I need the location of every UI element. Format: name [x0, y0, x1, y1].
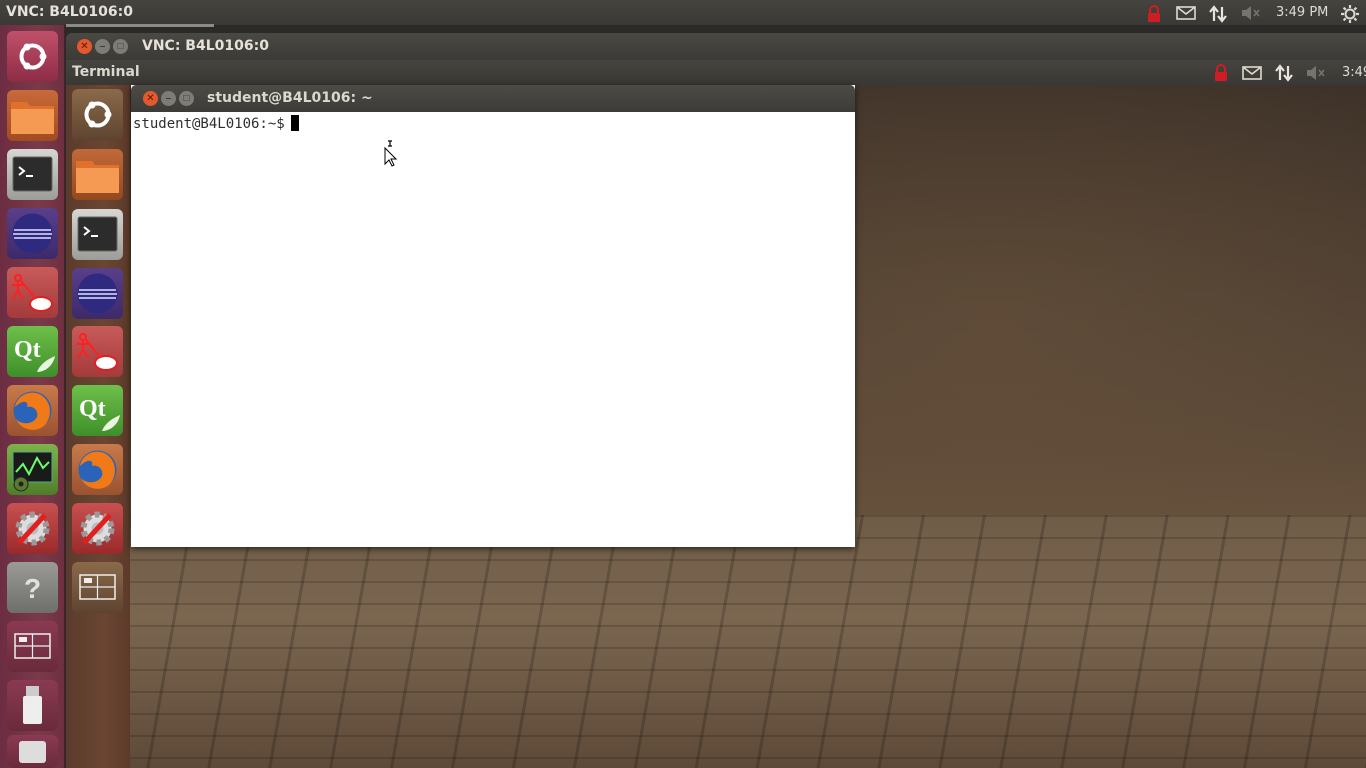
settings-tools-icon [80, 511, 115, 546]
svg-text:Qt: Qt [14, 337, 41, 363]
lock-icon[interactable] [1212, 64, 1230, 87]
terminal-window[interactable]: ✕ – □ student@B4L0106: ~ student@B4L0106… [131, 85, 855, 547]
system-monitor-button[interactable] [7, 444, 58, 495]
workspace-icon [79, 574, 116, 600]
terminal-icon [12, 156, 53, 192]
workspace-icon [14, 633, 51, 659]
firefox-icon [78, 450, 117, 489]
minimize-icon[interactable]: – [161, 91, 176, 106]
usb-drive-button[interactable] [7, 680, 58, 731]
progress-strip [66, 24, 214, 27]
shell-prompt: student@B4L0106:~$ [133, 116, 285, 132]
vnc-window-title: VNC: B4L0106:0 [142, 38, 269, 54]
qt-icon: Qt [14, 337, 55, 372]
terminal-titlebar[interactable]: ✕ – □ student@B4L0106: ~ [131, 85, 855, 112]
terminal-icon [77, 216, 118, 252]
remote-umbrello-button[interactable] [72, 326, 123, 377]
remote-dash-home-button[interactable] [72, 89, 123, 140]
text-cursor [290, 115, 299, 131]
remote-workspace-switcher-button[interactable] [72, 562, 123, 613]
remote-top-panel: Terminal 3:49 [66, 60, 1366, 85]
vnc-window-titlebar[interactable]: ✕ – □ VNC: B4L0106:0 [66, 33, 1366, 60]
lock-icon[interactable] [1145, 4, 1163, 22]
clock[interactable]: 3:49 PM [1276, 5, 1328, 20]
tray-sound [1241, 0, 1260, 25]
remote-system-settings-button[interactable] [72, 503, 123, 554]
mail-icon[interactable] [1176, 5, 1196, 21]
tray-mail [1176, 0, 1196, 25]
remote-launcher: Qt [66, 85, 130, 768]
qt-creator-button[interactable]: Qt [7, 326, 58, 377]
remote-files-button[interactable] [72, 149, 123, 200]
volume-muted-icon[interactable] [1241, 5, 1260, 21]
indicator-tray [1145, 0, 1163, 25]
umbrello-icon [77, 333, 118, 371]
network-transfer-icon[interactable] [1209, 4, 1227, 23]
wood-floor [130, 515, 1366, 768]
files-button[interactable] [7, 90, 58, 141]
folder-icon [76, 161, 119, 193]
firefox-icon [13, 391, 52, 430]
qt-icon: Qt [79, 396, 120, 431]
terminal-content[interactable]: student@B4L0106:~$ [131, 112, 855, 547]
mail-icon[interactable] [1242, 65, 1262, 86]
ubuntu-logo-icon [19, 43, 47, 70]
mouse-pointer-icon [384, 140, 398, 173]
trash-icon [19, 741, 46, 763]
tray-clock: 3:49 PM [1276, 0, 1328, 25]
network-transfer-icon[interactable] [1275, 64, 1293, 87]
terminal-prompt-line[interactable]: student@B4L0106:~$ [133, 115, 299, 132]
umbrello-button[interactable] [7, 267, 58, 318]
eclipse-icon [77, 273, 118, 314]
maximize-icon[interactable]: □ [179, 91, 194, 106]
terminal-title: student@B4L0106: ~ [207, 90, 373, 106]
settings-tools-icon [15, 511, 50, 546]
minimize-icon[interactable]: – [95, 39, 110, 54]
dash-home-button[interactable] [7, 31, 58, 82]
remote-qt-creator-button[interactable]: Qt [72, 385, 123, 436]
remote-eclipse-button[interactable] [72, 268, 123, 319]
remote-app-title: Terminal [72, 64, 140, 80]
launcher: Qt ? [0, 25, 65, 768]
system-settings-button[interactable] [7, 503, 58, 554]
svg-text:Qt: Qt [79, 396, 106, 422]
gear-icon[interactable] [1341, 4, 1359, 23]
close-icon[interactable]: ✕ [143, 91, 158, 106]
folder-icon [11, 102, 54, 134]
help-icon: ? [24, 573, 41, 604]
volume-muted-icon[interactable] [1306, 65, 1326, 86]
remote-terminal-button[interactable] [72, 209, 123, 260]
remote-clock[interactable]: 3:49 [1342, 65, 1366, 80]
close-icon[interactable]: ✕ [77, 39, 92, 54]
umbrello-icon [12, 274, 53, 312]
tray-network [1209, 0, 1227, 25]
ubuntu-logo-icon [84, 101, 112, 128]
firefox-button[interactable] [7, 385, 58, 436]
top-panel: VNC: B4L0106:0 3:49 PM [0, 0, 1366, 27]
eclipse-button[interactable] [7, 208, 58, 259]
workspace-switcher-button[interactable] [7, 621, 58, 672]
terminal-launcher-button[interactable] [7, 149, 58, 200]
maximize-icon[interactable]: □ [113, 39, 128, 54]
remote-firefox-button[interactable] [72, 444, 123, 495]
system-monitor-icon [12, 451, 53, 492]
tray-session [1341, 0, 1359, 25]
usb-icon [23, 686, 42, 724]
help-button[interactable]: ? [7, 562, 58, 613]
window-title: VNC: B4L0106:0 [6, 4, 133, 20]
eclipse-icon [12, 213, 53, 254]
trash-button[interactable] [7, 735, 58, 768]
svg-text:?: ? [24, 573, 41, 604]
